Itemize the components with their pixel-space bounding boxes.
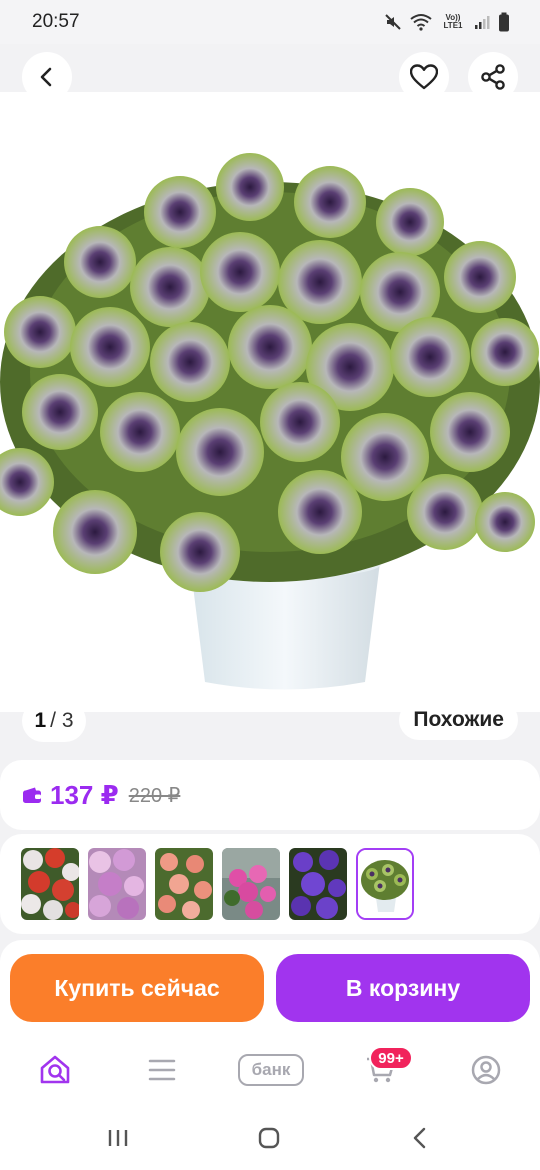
back-button[interactable]	[22, 52, 72, 102]
recent-apps-icon	[108, 1130, 128, 1146]
nav-bank[interactable]: банк	[236, 1052, 306, 1088]
chevron-left-icon	[40, 67, 52, 87]
share-icon	[481, 64, 505, 90]
add-to-cart-button[interactable]: В корзину	[276, 954, 530, 1022]
wallet-icon	[23, 787, 41, 803]
thumbnail-pink-petunias[interactable]	[88, 848, 146, 920]
petunia-pot-image	[0, 92, 540, 712]
back-icon	[413, 1127, 426, 1149]
home-search-icon	[40, 1055, 70, 1084]
thumbnail-green-purple-petunia-pot[interactable]	[356, 848, 414, 920]
bank-label: банк	[251, 1060, 291, 1079]
gallery-pager: 1 / 3	[22, 700, 86, 742]
old-price: 220 ₽	[128, 784, 181, 807]
similar-label: Похожие	[413, 708, 504, 731]
purple-petunias-image	[289, 848, 347, 920]
nav-catalog[interactable]	[146, 1052, 178, 1088]
price-card: 137 ₽ 220 ₽	[0, 760, 540, 830]
profile-icon	[471, 1055, 501, 1085]
recent-apps-button[interactable]	[100, 1120, 136, 1156]
cart-badge: 99+	[369, 1046, 413, 1070]
buy-now-button[interactable]: Купить сейчас	[10, 954, 264, 1022]
current-price: 137 ₽	[50, 779, 119, 810]
thumbnails-strip	[0, 834, 540, 934]
thumbnail-salmon-petunias[interactable]	[155, 848, 213, 920]
wifi-icon	[410, 14, 432, 31]
thumbnail-red-white-petunias[interactable]	[21, 848, 79, 920]
red-white-petunias-image	[21, 848, 79, 920]
network-label: Vo)) LTE1	[440, 14, 466, 30]
product-image[interactable]	[0, 92, 540, 712]
status-icons: Vo)) LTE1	[384, 12, 510, 32]
system-back-button[interactable]	[402, 1120, 438, 1156]
pager-current: 1	[34, 709, 47, 732]
favorite-button[interactable]	[399, 52, 449, 102]
thumbnail-purple-petunias[interactable]	[289, 848, 347, 920]
salmon-petunias-image	[155, 848, 213, 920]
battery-icon	[499, 12, 509, 32]
home-icon	[258, 1127, 280, 1149]
bank-icon: банк	[238, 1054, 304, 1086]
status-bar: 20:57 Vo)) LTE1	[0, 0, 540, 44]
similar-button[interactable]: Похожие	[399, 700, 518, 740]
signal-icon	[475, 16, 490, 29]
catalog-icon	[148, 1059, 176, 1081]
nav-home[interactable]	[36, 1052, 76, 1088]
pager-total: / 3	[50, 709, 74, 732]
share-button[interactable]	[468, 52, 518, 102]
top-bar	[0, 44, 540, 102]
nav-profile[interactable]	[468, 1052, 504, 1088]
status-time: 20:57	[32, 11, 80, 32]
pink-petunias-image	[88, 848, 146, 920]
mute-icon	[385, 14, 401, 30]
home-button[interactable]	[251, 1120, 287, 1156]
pink-petunia-basket-image	[222, 848, 280, 920]
green-purple-petunia-pot-image	[358, 850, 412, 918]
network-label-text: Vo)) LTE1	[443, 13, 463, 30]
thumbnail-pink-petunia-basket[interactable]	[222, 848, 280, 920]
heart-icon	[410, 64, 438, 90]
